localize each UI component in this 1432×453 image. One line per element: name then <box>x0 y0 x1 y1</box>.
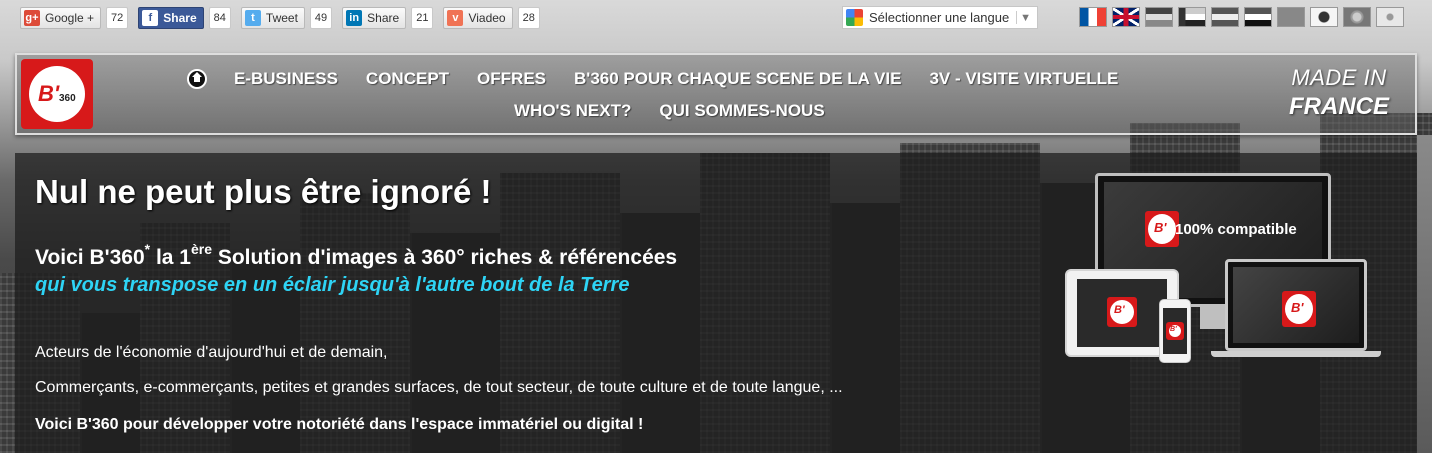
flag-6-icon[interactable] <box>1244 7 1272 27</box>
twitter-label: Tweet <box>265 11 298 25</box>
language-flags <box>1079 7 1404 27</box>
google-plus-count: 72 <box>106 7 129 29</box>
linkedin-share-button[interactable]: in Share 21 <box>342 7 434 29</box>
flag-france-icon[interactable] <box>1079 7 1107 27</box>
viadeo-count: 28 <box>517 7 540 29</box>
nav-qui-sommes-nous[interactable]: QUI SOMMES-NOUS <box>659 101 824 121</box>
flag-9-icon[interactable] <box>1343 7 1371 27</box>
nav-row-2: WHO'S NEXT? QUI SOMMES-NOUS <box>514 101 853 121</box>
chevron-down-icon: ▼ <box>1020 11 1031 24</box>
compatibility-label: 100% compatible <box>1175 221 1297 238</box>
hero-tagline: qui vous transpose en un éclair jusqu'à … <box>35 274 630 296</box>
facebook-icon: f <box>142 10 159 26</box>
logo-text: B' <box>38 81 60 106</box>
linkedin-count: 21 <box>411 7 434 29</box>
b360-logo[interactable]: B' 360 <box>21 59 93 129</box>
nav-whos-next[interactable]: WHO'S NEXT? <box>514 101 631 121</box>
hero-paragraph-2: Commerçants, e-commerçants, petites et g… <box>35 379 843 396</box>
social-share-bar: g+ Google + 72 f Share 84 t Tweet 49 in … <box>20 7 540 29</box>
nav-b360-scenes[interactable]: B'360 POUR CHAQUE SCENE DE LA VIE <box>574 69 901 89</box>
twitter-count: 49 <box>309 7 333 29</box>
hero-paragraph-3: Voici B'360 pour développer votre notori… <box>35 416 644 433</box>
flag-5-icon[interactable] <box>1211 7 1239 27</box>
background-edge <box>1417 135 1432 453</box>
devices-illustration: B' 100% compatible B' B' B' <box>1065 173 1395 363</box>
home-icon[interactable] <box>187 69 207 89</box>
flag-4-icon[interactable] <box>1178 7 1206 27</box>
main-navbar: B' 360 E-BUSINESS CONCEPT OFFRES B'360 P… <box>15 53 1417 135</box>
viadeo-label: Viadeo <box>468 11 506 25</box>
nav-offres[interactable]: OFFRES <box>477 69 546 89</box>
google-translate-icon <box>846 9 863 26</box>
twitter-share-button[interactable]: t Tweet 49 <box>240 7 333 29</box>
twitter-icon: t <box>244 10 261 26</box>
flag-7-icon[interactable] <box>1277 7 1305 27</box>
google-plus-share-button[interactable]: g+ Google + 72 <box>20 7 129 29</box>
nav-row-1: E-BUSINESS CONCEPT OFFRES B'360 POUR CHA… <box>187 69 1146 89</box>
viadeo-share-button[interactable]: v Viadeo 28 <box>443 7 540 29</box>
tablet-logo-icon: B' <box>1107 297 1137 327</box>
language-select-label: Sélectionner une langue <box>869 10 1010 25</box>
viadeo-icon: v <box>447 10 464 26</box>
nav-concept[interactable]: CONCEPT <box>366 69 449 89</box>
facebook-count: 84 <box>208 7 231 29</box>
made-in-line-2: FRANCE <box>1289 93 1389 120</box>
facebook-label: Share <box>163 11 197 25</box>
flag-3-icon[interactable] <box>1145 7 1173 27</box>
monitor-logo-icon: B' <box>1145 211 1179 247</box>
hero-headline: Nul ne peut plus être ignoré ! <box>35 173 492 210</box>
linkedin-icon: in <box>346 10 363 26</box>
hero-subheadline: Voici B'360* la 1ère Solution d'images à… <box>35 241 678 269</box>
google-plus-label: Google + <box>45 11 95 25</box>
made-in-line-1: MADE IN <box>1291 65 1387 90</box>
flag-korea-icon[interactable] <box>1310 7 1338 27</box>
linkedin-label: Share <box>367 11 400 25</box>
hero-paragraph-1: Acteurs de l'économie d'aujourd'hui et d… <box>35 344 388 361</box>
flag-uk-icon[interactable] <box>1112 7 1140 27</box>
logo-number: 360 <box>59 93 76 104</box>
flag-10-icon[interactable] <box>1376 7 1404 27</box>
google-plus-icon: g+ <box>24 10 40 26</box>
phone-logo-icon: B' <box>1166 322 1184 340</box>
made-in-france-badge: MADE IN FRANCE <box>1289 65 1389 121</box>
facebook-share-button[interactable]: f Share 84 <box>138 7 231 29</box>
hero-panel: Nul ne peut plus être ignoré ! Voici B'3… <box>15 153 1417 453</box>
nav-visite-virtuelle[interactable]: 3V - VISITE VIRTUELLE <box>929 69 1118 89</box>
laptop-logo-icon: B' <box>1282 291 1316 327</box>
nav-ebusiness[interactable]: E-BUSINESS <box>234 69 338 89</box>
language-select[interactable]: Sélectionner une langue ▼ <box>842 6 1038 29</box>
